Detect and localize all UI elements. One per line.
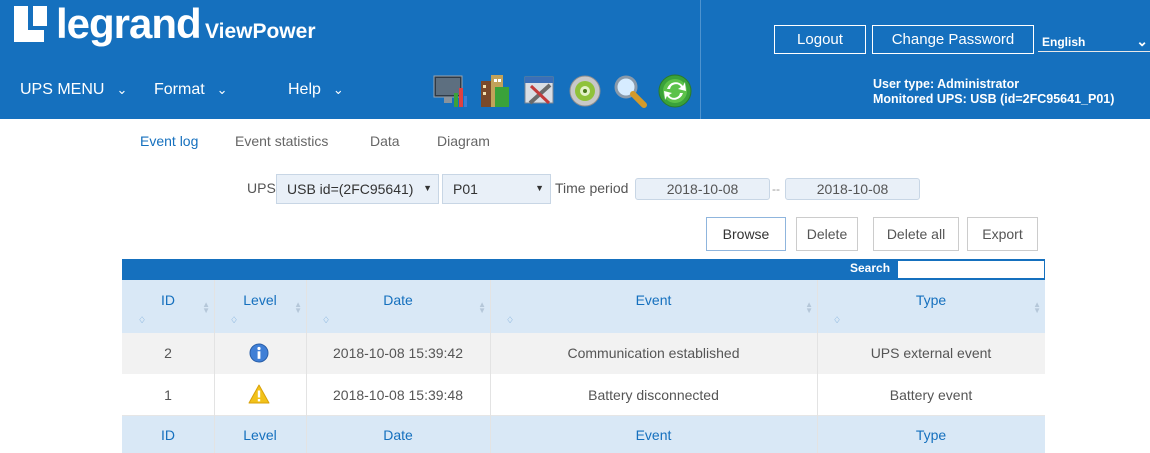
tab-event-statistics[interactable]: Event statistics	[235, 133, 328, 149]
column-header-type[interactable]: Type ♢ ▲ ▼	[817, 280, 1045, 333]
sort-arrows-icon: ▲ ▼	[1033, 300, 1041, 315]
date-separator: --	[772, 182, 780, 196]
export-button[interactable]: Export	[967, 217, 1038, 251]
column-header-event[interactable]: Event ♢ ▲ ▼	[490, 280, 817, 333]
chevron-down-icon: ⌄	[332, 82, 344, 97]
dropdown-arrow-icon: ▼	[423, 183, 432, 193]
tab-event-log[interactable]: Event log	[140, 133, 198, 149]
change-password-button[interactable]: Change Password	[872, 25, 1034, 54]
delete-all-button[interactable]: Delete all	[873, 217, 959, 251]
column-header-label: Type	[915, 292, 947, 308]
date-from-input[interactable]: 2018-10-08	[635, 178, 770, 200]
column-header-level[interactable]: Level ♢ ▲ ▼	[214, 280, 306, 333]
port-select[interactable]: P01 ▼	[442, 174, 551, 204]
menu-format[interactable]: Format ⌄	[154, 81, 228, 99]
ups-select-value: USB id=(2FC95641)	[287, 181, 414, 197]
cell-date: 2018-10-08 15:39:48	[333, 387, 463, 403]
cell-id: 2	[164, 345, 172, 361]
tools-icon[interactable]	[522, 73, 558, 109]
delete-button[interactable]: Delete	[796, 217, 858, 251]
column-header-date[interactable]: Date ♢ ▲ ▼	[306, 280, 490, 333]
menu-ups-label: UPS MENU	[20, 81, 105, 98]
column-divider	[306, 280, 307, 453]
cell-type: UPS external event	[870, 345, 992, 361]
language-value: English	[1042, 35, 1086, 49]
cell-id: 1	[164, 387, 172, 403]
column-header-id[interactable]: ID ♢ ▲ ▼	[122, 280, 214, 333]
menu-ups[interactable]: UPS MENU ⌄	[20, 81, 127, 99]
cell-date: 2018-10-08 15:39:42	[333, 345, 463, 361]
column-divider	[490, 280, 491, 453]
ups-label: UPS	[247, 180, 276, 196]
footer-column-event: Event	[635, 427, 672, 443]
column-divider	[817, 280, 818, 453]
column-divider	[214, 280, 215, 453]
logout-button[interactable]: Logout	[774, 25, 866, 54]
warning-icon	[248, 384, 270, 404]
legrand-logo-icon	[14, 6, 50, 42]
brand-name: legrand	[56, 0, 202, 47]
magnifier-icon[interactable]	[612, 73, 648, 109]
tab-diagram[interactable]: Diagram	[437, 133, 490, 149]
sort-arrows-icon: ▲ ▼	[478, 300, 486, 315]
menu-help-label: Help	[288, 81, 321, 98]
user-type: User type: Administrator	[873, 77, 1020, 91]
dropdown-arrow-icon: ▼	[535, 183, 544, 193]
monitor-chart-icon[interactable]	[432, 73, 468, 109]
legrand-logo: legrand	[14, 0, 202, 47]
footer-column-id: ID	[161, 427, 175, 443]
browse-button[interactable]: Browse	[706, 217, 786, 251]
sort-icon: ♢	[322, 315, 331, 325]
buildings-icon[interactable]	[477, 73, 513, 109]
ups-select[interactable]: USB id=(2FC95641) ▼	[276, 174, 439, 204]
column-header-label: Level	[243, 292, 277, 308]
port-select-value: P01	[453, 181, 478, 197]
footer-column-date: Date	[383, 427, 413, 443]
sort-arrows-icon: ▲ ▼	[805, 300, 813, 315]
column-header-label: Event	[635, 292, 672, 308]
language-select[interactable]: English ⌄	[1038, 27, 1150, 52]
tab-data[interactable]: Data	[370, 133, 400, 149]
cell-type: Battery event	[889, 387, 973, 403]
column-header-label: ID	[161, 292, 175, 308]
footer-column-type: Type	[915, 427, 947, 443]
date-to-input[interactable]: 2018-10-08	[785, 178, 920, 200]
product-name: ViewPower	[205, 20, 316, 43]
sort-icon: ♢	[833, 315, 842, 325]
header-divider	[700, 0, 701, 119]
refresh-icon[interactable]	[657, 73, 693, 109]
menu-format-label: Format	[154, 81, 205, 98]
sort-arrows-icon: ▲ ▼	[202, 300, 210, 315]
search-input[interactable]	[898, 261, 1044, 278]
chevron-down-icon: ⌄	[116, 82, 128, 97]
footer-column-level: Level	[243, 427, 277, 443]
cell-event: Battery disconnected	[588, 387, 719, 403]
sort-icon: ♢	[138, 315, 147, 325]
menu-help[interactable]: Help ⌄	[288, 81, 344, 99]
column-header-label: Date	[383, 292, 413, 308]
search-label: Search	[850, 261, 891, 275]
chevron-down-icon: ⌄	[1136, 33, 1148, 49]
sort-icon: ♢	[230, 315, 239, 325]
monitored-ups: Monitored UPS: USB (id=2FC95641_P01)	[873, 92, 1115, 106]
gear-disc-icon[interactable]	[567, 73, 603, 109]
cell-event: Communication established	[567, 345, 740, 361]
time-period-label: Time period	[555, 180, 629, 196]
sort-icon: ♢	[506, 315, 515, 325]
sort-arrows-icon: ▲ ▼	[294, 300, 302, 315]
chevron-down-icon: ⌄	[216, 82, 228, 97]
user-info: User type: Administrator Monitored UPS: …	[873, 77, 1114, 107]
info-icon	[249, 343, 269, 363]
